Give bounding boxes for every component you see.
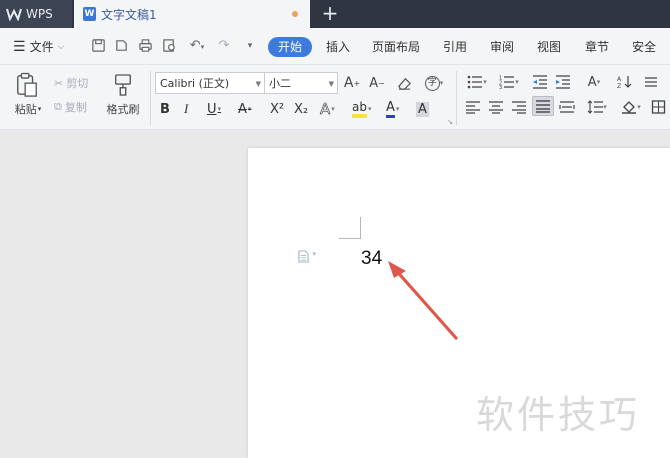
- copy-icon: ⧉: [54, 100, 62, 113]
- paste-button[interactable]: 粘贴 ▾: [10, 101, 46, 117]
- align-right-icon[interactable]: [508, 97, 530, 117]
- shading-icon: A: [416, 101, 429, 117]
- file-menu-label: 文件: [29, 40, 54, 54]
- font-size-select[interactable]: 小二 ▼: [264, 72, 338, 94]
- redo-icon[interactable]: ↷: [216, 38, 232, 54]
- cut-button[interactable]: ✂ 剪切: [54, 74, 88, 92]
- bullet-list-icon: [467, 75, 483, 89]
- phonetic-icon: 字: [424, 75, 440, 91]
- tab-security[interactable]: 安全: [632, 37, 656, 57]
- tab-page-layout[interactable]: 页面布局: [372, 37, 420, 57]
- margin-corner-mark: [339, 217, 361, 239]
- new-tab-button[interactable]: +: [318, 2, 342, 26]
- format-painter-button[interactable]: 格式刷: [104, 101, 142, 117]
- chevron-down-icon: ▼: [255, 80, 261, 88]
- sort-icon[interactable]: AZ: [614, 72, 636, 92]
- justify-icon[interactable]: [532, 96, 554, 116]
- decrease-indent-icon[interactable]: [529, 72, 551, 92]
- paragraph-shading-button[interactable]: ▾: [616, 97, 646, 117]
- copy-button[interactable]: ⧉ 复制: [54, 98, 87, 116]
- text-effect-button[interactable]: A ▾: [320, 99, 335, 119]
- menu-bar: ☰ 文件 ⌵ ↶▾ ↷ ▾ 开始 插入 页面布局 引用 审阅 视图 章节 安全: [0, 28, 670, 65]
- bullets-button[interactable]: ▾: [462, 72, 492, 92]
- bold-button[interactable]: B: [160, 99, 170, 119]
- tab-review[interactable]: 审阅: [490, 37, 514, 57]
- align-center-icon[interactable]: [485, 97, 507, 117]
- phonetic-guide-button[interactable]: 字 ▾: [420, 73, 448, 93]
- unsaved-indicator-icon: [292, 11, 298, 17]
- watermark-text: 软件技巧: [476, 393, 641, 437]
- output-pdf-icon[interactable]: [113, 38, 129, 54]
- font-name-select[interactable]: Calibri (正文) ▼: [155, 72, 265, 94]
- text-effect-icon: A: [320, 100, 331, 119]
- borders-icon[interactable]: [648, 97, 670, 117]
- ribbon-divider: [150, 71, 151, 125]
- svg-text:A: A: [617, 76, 622, 83]
- tab-insert[interactable]: 插入: [326, 37, 350, 57]
- tab-references[interactable]: 引用: [443, 37, 467, 57]
- strikethrough-button[interactable]: A ▾: [238, 99, 251, 119]
- file-menu-button[interactable]: ☰ 文件 ⌵: [13, 28, 64, 65]
- customize-quick-access-icon[interactable]: ▾: [242, 38, 258, 54]
- document-tab[interactable]: W 文字文稿1: [74, 0, 310, 28]
- highlight-button[interactable]: ab ▾: [352, 99, 372, 119]
- wps-home-tab[interactable]: WPS: [0, 0, 72, 28]
- font-dialog-launcher-icon[interactable]: ↘: [447, 118, 453, 126]
- change-case-icon: A: [587, 74, 597, 90]
- chevron-down-icon: ⌵: [57, 41, 65, 52]
- svg-text:3: 3: [499, 85, 502, 89]
- ribbon-toolbar: 粘贴 ▾ ✂ 剪切 ⧉ 复制 格式刷 Calibri (正文) ▼ 小二 ▼ A +…: [0, 65, 670, 130]
- eraser-icon[interactable]: [394, 73, 414, 93]
- wps-logo-icon: [6, 7, 22, 21]
- numbering-button[interactable]: 1 2 3 ▾: [494, 72, 524, 92]
- font-size-value: 小二: [269, 77, 291, 90]
- paste-icon[interactable]: [14, 71, 40, 99]
- tab-view[interactable]: 视图: [537, 37, 561, 57]
- paint-bucket-icon: [622, 101, 637, 114]
- format-painter-icon[interactable]: [112, 71, 134, 99]
- shrink-font-button[interactable]: A −: [368, 73, 386, 93]
- superscript-button[interactable]: X²: [270, 99, 284, 119]
- title-tab-bar: WPS W 文字文稿1 +: [0, 0, 670, 28]
- font-color-icon: A: [386, 100, 395, 118]
- paste-label: 粘贴: [14, 103, 37, 116]
- numbered-list-icon: 123: [499, 76, 515, 89]
- increase-indent-icon[interactable]: [552, 72, 574, 92]
- show-hide-marks-icon[interactable]: [640, 72, 662, 92]
- font-name-value: Calibri (正文): [160, 77, 230, 90]
- print-preview-icon[interactable]: [161, 38, 177, 54]
- font-color-button[interactable]: A ▾: [386, 99, 399, 119]
- grow-font-button[interactable]: A +: [343, 73, 361, 93]
- change-case-button[interactable]: A ▾: [579, 72, 609, 92]
- align-left-icon[interactable]: [462, 97, 484, 117]
- svg-text:Z: Z: [617, 83, 621, 89]
- highlighter-icon: ab: [352, 100, 367, 118]
- annotation-arrow: [388, 261, 458, 340]
- print-icon[interactable]: [137, 38, 153, 54]
- document-tab-title: 文字文稿1: [101, 7, 157, 22]
- character-shading-button[interactable]: A: [416, 99, 429, 119]
- tab-start[interactable]: 开始: [268, 37, 313, 57]
- ribbon-divider: [456, 71, 457, 125]
- cut-label: 剪切: [66, 77, 89, 90]
- tab-chapter[interactable]: 章节: [585, 37, 609, 57]
- save-icon[interactable]: [90, 38, 106, 54]
- italic-button[interactable]: I: [184, 99, 188, 119]
- hamburger-icon: ☰: [13, 38, 26, 55]
- underline-button[interactable]: U ▾: [207, 99, 221, 119]
- wps-label: WPS: [26, 7, 53, 21]
- paragraph-layout-icon[interactable]: ▾: [298, 250, 322, 264]
- line-spacing-icon: [587, 100, 604, 114]
- undo-icon[interactable]: ↶▾: [186, 38, 208, 54]
- document-body-text[interactable]: 34: [361, 248, 382, 270]
- distributed-align-icon[interactable]: [556, 97, 578, 117]
- chevron-down-icon: ▼: [328, 80, 334, 88]
- copy-label: 复制: [64, 101, 87, 114]
- subscript-button[interactable]: X₂: [294, 99, 308, 119]
- line-spacing-button[interactable]: ▾: [582, 97, 612, 117]
- writer-doc-icon: W: [83, 7, 96, 21]
- scissors-icon: ✂: [54, 76, 64, 90]
